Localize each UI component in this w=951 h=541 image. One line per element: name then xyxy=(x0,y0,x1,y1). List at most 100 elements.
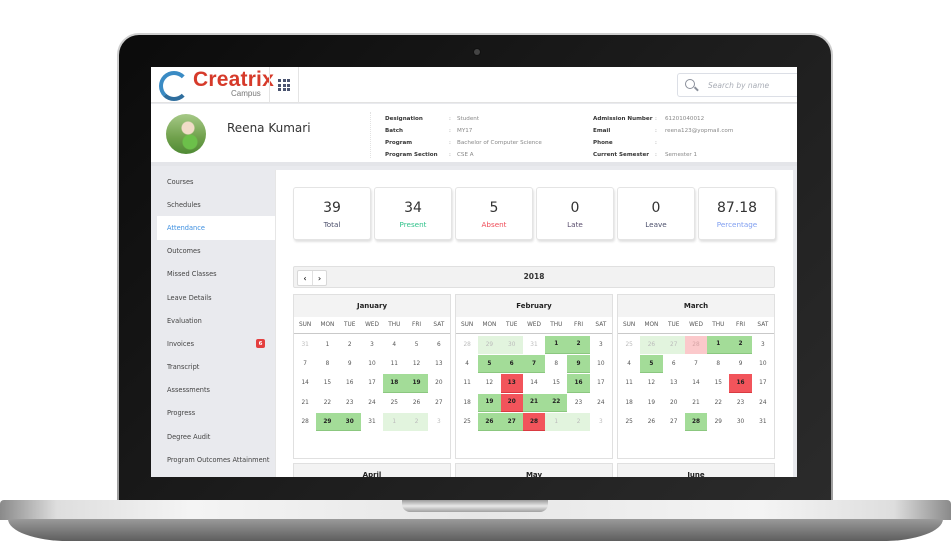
calendar-day[interactable]: 14 xyxy=(294,374,316,392)
calendar-day[interactable]: 17 xyxy=(361,374,383,392)
calendar-day[interactable]: 18 xyxy=(456,394,478,412)
calendar-day[interactable]: 31 xyxy=(361,413,383,431)
calendar-day[interactable]: 8 xyxy=(707,355,729,373)
calendar-day[interactable]: 27 xyxy=(663,413,685,431)
calendar-day[interactable]: 1 xyxy=(383,413,406,432)
calendar-day[interactable]: 19 xyxy=(405,374,428,393)
calendar-day[interactable]: 15 xyxy=(707,374,729,392)
calendar-day[interactable]: 6 xyxy=(663,355,685,373)
sidebar-item-assessments[interactable]: Assessments xyxy=(151,379,275,402)
calendar-day[interactable]: 27 xyxy=(500,413,523,432)
sidebar-item-outcomes[interactable]: Outcomes xyxy=(151,240,275,263)
calendar-day[interactable]: 26 xyxy=(478,413,501,432)
calendar-day[interactable]: 10 xyxy=(590,355,612,373)
calendar-day[interactable]: 16 xyxy=(567,374,590,393)
calendar-day[interactable]: 5 xyxy=(478,354,501,374)
calendar-day[interactable]: 26 xyxy=(640,413,662,431)
calendar-day[interactable]: 29 xyxy=(478,335,501,354)
calendar-day[interactable]: 29 xyxy=(316,413,339,432)
calendar-day[interactable]: 27 xyxy=(662,335,685,354)
calendar-day[interactable]: 4 xyxy=(456,355,478,373)
calendar-day[interactable]: 11 xyxy=(456,374,478,392)
calendar-day[interactable]: 9 xyxy=(339,355,361,373)
calendar-day[interactable]: 28 xyxy=(294,413,316,431)
calendar-day[interactable]: 6 xyxy=(500,354,523,374)
calendar-day[interactable]: 4 xyxy=(383,336,405,354)
sidebar-item-degree-audit[interactable]: Degree Audit xyxy=(151,425,275,448)
sidebar-item-leave-details[interactable]: Leave Details xyxy=(151,286,275,309)
calendar-day[interactable]: 28 xyxy=(684,335,708,354)
calendar-day[interactable]: 24 xyxy=(752,394,774,412)
sidebar-item-invoices[interactable]: Invoices 6 xyxy=(151,332,275,355)
calendar-day[interactable]: 9 xyxy=(729,355,751,373)
calendar-day[interactable]: 11 xyxy=(618,374,640,392)
calendar-day[interactable]: 30 xyxy=(338,413,361,432)
calendar-day[interactable]: 28 xyxy=(522,413,546,432)
calendar-day[interactable]: 19 xyxy=(478,393,501,413)
sidebar-item-attendance[interactable]: Attendance xyxy=(157,216,275,240)
calendar-day[interactable]: 17 xyxy=(752,374,774,392)
calendar-day[interactable]: 28 xyxy=(684,413,708,432)
calendar-day[interactable]: 18 xyxy=(618,394,640,412)
calendar-day[interactable]: 2 xyxy=(567,335,590,354)
calendar-day[interactable]: 29 xyxy=(707,413,729,431)
calendar-day[interactable]: 26 xyxy=(640,335,663,354)
calendar-day[interactable]: 20 xyxy=(663,394,685,412)
calendar-day[interactable]: 23 xyxy=(729,394,751,412)
calendar-day[interactable]: 21 xyxy=(294,394,316,412)
calendar-day[interactable]: 11 xyxy=(383,355,405,373)
calendar-day[interactable]: 25 xyxy=(383,394,405,412)
calendar-day[interactable]: 27 xyxy=(428,394,450,412)
calendar-day[interactable]: 1 xyxy=(545,413,568,432)
calendar-day[interactable]: 20 xyxy=(500,393,523,413)
calendar-day[interactable]: 8 xyxy=(545,355,567,373)
calendar-day[interactable]: 12 xyxy=(478,374,500,392)
calendar-day[interactable]: 23 xyxy=(339,394,361,412)
calendar-day[interactable]: 25 xyxy=(618,336,640,354)
calendar-day[interactable]: 1 xyxy=(316,336,338,354)
calendar-day[interactable]: 25 xyxy=(618,413,640,431)
calendar-day[interactable]: 8 xyxy=(316,355,338,373)
sidebar-item-transcript[interactable]: Transcript xyxy=(151,356,275,379)
calendar-day[interactable]: 13 xyxy=(500,374,523,393)
calendar-day[interactable]: 15 xyxy=(545,374,567,392)
calendar-day[interactable]: 13 xyxy=(663,374,685,392)
calendar-day[interactable]: 2 xyxy=(339,336,361,354)
calendar-day[interactable]: 4 xyxy=(618,355,640,373)
sidebar-item-courses[interactable]: Courses xyxy=(151,170,275,193)
calendar-day[interactable]: 15 xyxy=(316,374,338,392)
calendar-day[interactable]: 16 xyxy=(339,374,361,392)
calendar-day[interactable]: 18 xyxy=(383,374,406,393)
calendar-day[interactable]: 28 xyxy=(456,336,478,354)
sidebar-item-progress[interactable]: Progress xyxy=(151,402,275,425)
calendar-day[interactable]: 22 xyxy=(707,394,729,412)
calendar-day[interactable]: 6 xyxy=(428,336,450,354)
calendar-day[interactable]: 3 xyxy=(361,336,383,354)
calendar-day[interactable]: 3 xyxy=(590,413,612,431)
calendar-day[interactable]: 21 xyxy=(685,394,707,412)
calendar-day[interactable]: 12 xyxy=(640,374,662,392)
calendar-day[interactable]: 7 xyxy=(522,354,546,374)
calendar-day[interactable]: 19 xyxy=(640,394,662,412)
calendar-day[interactable]: 24 xyxy=(590,394,612,412)
calendar-day[interactable]: 14 xyxy=(685,374,707,392)
calendar-day[interactable]: 2 xyxy=(405,413,428,432)
calendar-day[interactable]: 3 xyxy=(590,336,612,354)
sidebar-item-schedules[interactable]: Schedules xyxy=(151,193,275,216)
calendar-day[interactable]: 14 xyxy=(523,374,545,392)
calendar-day[interactable]: 26 xyxy=(405,394,427,412)
calendar-day[interactable]: 7 xyxy=(294,355,316,373)
calendar-day[interactable]: 17 xyxy=(590,374,612,392)
calendar-day[interactable]: 30 xyxy=(500,335,523,354)
calendar-day[interactable]: 7 xyxy=(685,355,707,373)
app-menu-button[interactable] xyxy=(269,67,299,103)
calendar-day[interactable]: 22 xyxy=(545,393,568,413)
calendar-day[interactable]: 1 xyxy=(545,335,568,354)
sidebar-item-evaluation[interactable]: Evaluation xyxy=(151,309,275,332)
calendar-day[interactable]: 21 xyxy=(522,393,546,413)
calendar-day[interactable]: 1 xyxy=(707,335,730,354)
sidebar-item-missed-classes[interactable]: Missed Classes xyxy=(151,263,275,286)
calendar-day[interactable]: 20 xyxy=(428,374,450,392)
calendar-day[interactable]: 9 xyxy=(567,354,590,374)
calendar-day[interactable]: 2 xyxy=(567,413,590,432)
